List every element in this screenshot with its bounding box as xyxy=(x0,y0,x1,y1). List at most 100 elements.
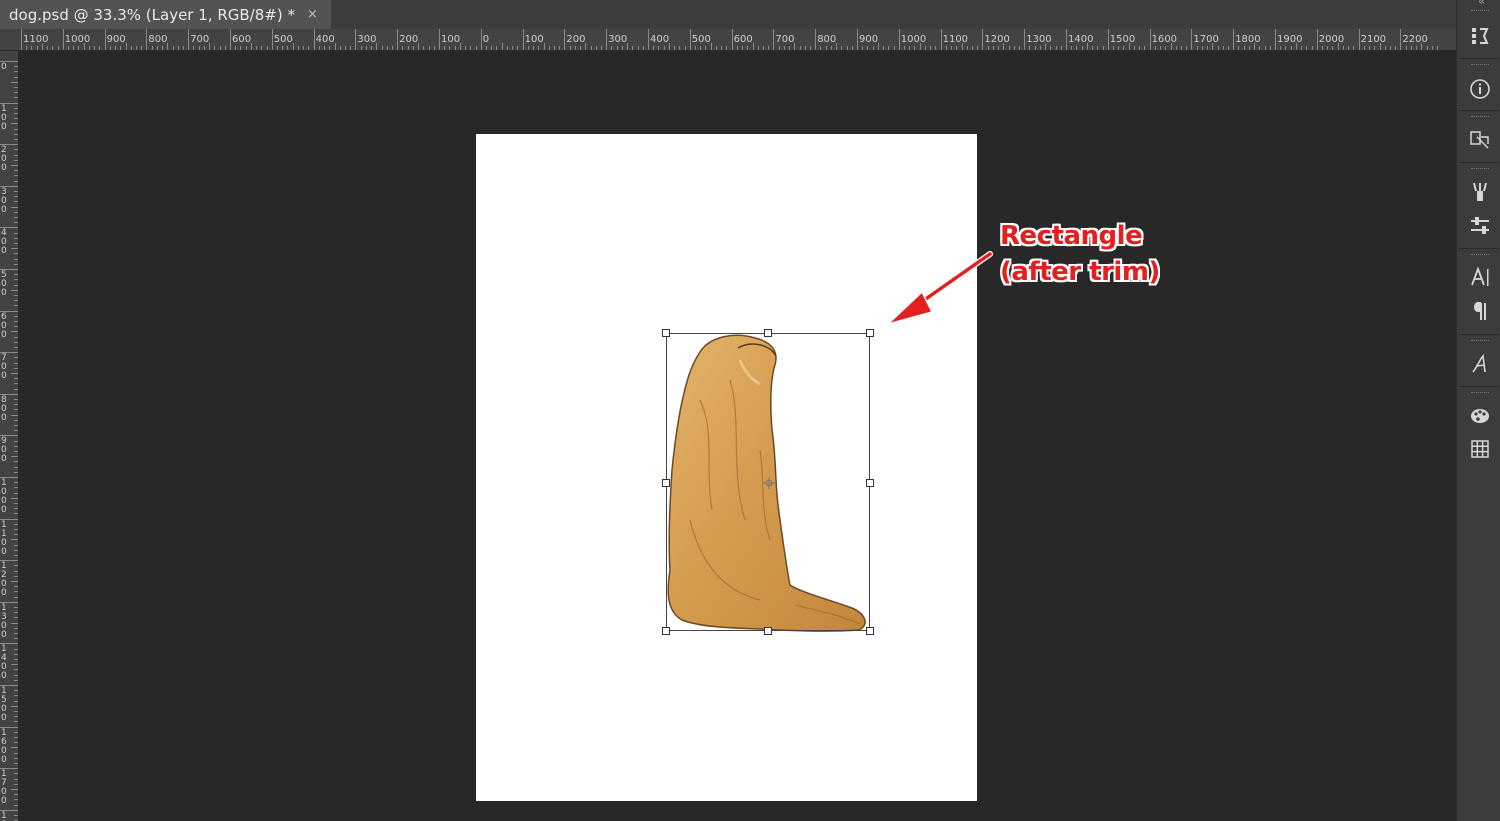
ruler-label: 2200 xyxy=(1402,34,1428,45)
ruler-minor-tick xyxy=(52,46,54,50)
ruler-minor-tick xyxy=(1405,46,1407,50)
ruler-minor-tick xyxy=(14,659,18,660)
panel-dock xyxy=(1456,0,1500,821)
ruler-minor-tick xyxy=(1248,46,1250,50)
handle-middle-right[interactable] xyxy=(866,479,874,487)
handle-bottom-right[interactable] xyxy=(866,627,874,635)
ruler-minor-tick xyxy=(386,46,388,50)
ruler-minor-tick xyxy=(841,46,843,50)
handle-top-left[interactable] xyxy=(662,329,670,337)
ruler-minor-tick xyxy=(14,648,18,650)
ruler-minor-tick xyxy=(14,274,18,276)
ruler-minor-tick xyxy=(1431,46,1433,50)
ruler-minor-tick xyxy=(14,757,18,759)
ruler-minor-tick xyxy=(1311,46,1313,50)
ruler-minor-tick xyxy=(14,596,18,598)
info-icon[interactable] xyxy=(1465,75,1495,103)
ruler-minor-tick xyxy=(14,66,18,68)
ruler-minor-tick xyxy=(919,43,921,50)
ruler-minor-tick xyxy=(1363,46,1365,50)
handle-bottom-center[interactable] xyxy=(764,627,772,635)
ruler-label: 1400 xyxy=(1068,34,1094,45)
ruler-minor-tick xyxy=(595,46,597,50)
ruler-minor-tick xyxy=(548,46,550,50)
ruler-minor-tick xyxy=(381,46,383,50)
ruler-major-tick xyxy=(397,29,399,50)
ruler-minor-tick xyxy=(14,300,18,302)
reference-point-icon[interactable] xyxy=(763,477,775,489)
ruler-minor-tick xyxy=(14,763,18,764)
ruler-minor-tick xyxy=(830,46,832,50)
ruler-minor-tick xyxy=(1139,46,1141,50)
ruler-minor-tick xyxy=(512,46,514,50)
ruler-minor-tick xyxy=(14,487,18,489)
ruler-minor-tick xyxy=(14,113,18,114)
vertical-ruler[interactable]: 0 100 200 300 400 500 600 700 800 900 1000 1100 1200… xyxy=(0,51,19,821)
ruler-major-tick xyxy=(1149,29,1151,50)
ruler-major-tick xyxy=(313,29,315,50)
ruler-minor-tick xyxy=(418,43,420,50)
ruler-major-tick xyxy=(1316,29,1318,50)
history-icon[interactable] xyxy=(1465,22,1495,50)
handle-top-center[interactable] xyxy=(764,329,772,337)
ruler-major-tick xyxy=(480,29,482,50)
ruler-label: 300 xyxy=(608,34,628,45)
ruler-minor-tick xyxy=(914,46,916,50)
document-tab-title: dog.psd @ 33.3% (Layer 1, RGB/8#) * xyxy=(9,5,295,24)
handle-bottom-left[interactable] xyxy=(662,627,670,635)
transform-bounding-box[interactable] xyxy=(662,329,874,635)
ruler-major-tick xyxy=(1066,29,1067,50)
ruler-minor-tick xyxy=(360,46,362,50)
ruler-minor-tick xyxy=(162,46,164,50)
ruler-minor-tick xyxy=(1160,46,1162,50)
ruler-minor-tick xyxy=(14,451,18,452)
horizontal-ruler[interactable]: 1100 1000 900 800 700 600 500 400 300 200 100 0 100 2… xyxy=(0,29,1456,51)
ruler-minor-tick xyxy=(14,149,18,151)
ruler-minor-tick xyxy=(501,43,503,50)
ruler-minor-tick xyxy=(14,367,18,369)
ruler-minor-tick xyxy=(14,783,18,785)
annotation-line-2: (after trim) xyxy=(1000,257,1160,287)
ruler-label: 400 xyxy=(1,228,7,257)
ruler-minor-tick xyxy=(574,46,576,50)
ruler-minor-tick xyxy=(57,46,59,50)
ruler-minor-tick xyxy=(14,388,18,390)
collapse-dock-icon[interactable]: « xyxy=(1478,0,1485,8)
ruler-minor-tick xyxy=(14,217,18,218)
glyph-icon[interactable] xyxy=(1465,350,1495,378)
swatches-icon[interactable] xyxy=(1465,401,1495,429)
ruler-minor-tick xyxy=(1175,46,1177,50)
ruler-minor-tick xyxy=(31,46,33,50)
paragraph-icon[interactable] xyxy=(1465,297,1495,325)
ruler-minor-tick xyxy=(14,409,18,411)
ruler-major-tick xyxy=(731,29,733,50)
ruler-minor-tick xyxy=(115,46,117,50)
ruler-minor-tick xyxy=(491,46,493,50)
ruler-minor-tick xyxy=(475,46,477,50)
handle-middle-left[interactable] xyxy=(662,479,670,487)
ruler-minor-tick xyxy=(68,46,70,50)
dock-grip[interactable] xyxy=(1471,10,1489,12)
ruler-label: 2000 xyxy=(1318,34,1345,45)
ruler-label: 500 xyxy=(273,34,293,45)
ruler-minor-tick xyxy=(407,46,409,50)
ruler-minor-tick xyxy=(658,46,660,50)
close-tab-icon[interactable]: × xyxy=(307,7,318,22)
adjust-icon[interactable] xyxy=(1465,212,1495,240)
ruler-minor-tick xyxy=(94,46,96,50)
ruler-minor-tick xyxy=(1374,46,1376,50)
document-tab[interactable]: dog.psd @ 33.3% (Layer 1, RGB/8#) * × xyxy=(0,0,331,29)
ruler-label: 400 xyxy=(315,34,335,45)
ruler-minor-tick xyxy=(11,81,18,83)
brush-icon[interactable] xyxy=(1465,178,1495,206)
character-icon[interactable] xyxy=(1465,263,1495,291)
ruler-minor-tick xyxy=(1332,46,1334,50)
grid-icon[interactable] xyxy=(1465,435,1495,463)
ruler-minor-tick xyxy=(517,46,519,50)
ruler-minor-tick xyxy=(684,46,686,50)
ruler-minor-tick xyxy=(1290,46,1292,50)
properties-icon[interactable] xyxy=(1465,126,1495,154)
ruler-minor-tick xyxy=(470,46,472,50)
ruler-minor-tick xyxy=(371,46,373,50)
ruler-minor-tick xyxy=(1045,43,1047,50)
